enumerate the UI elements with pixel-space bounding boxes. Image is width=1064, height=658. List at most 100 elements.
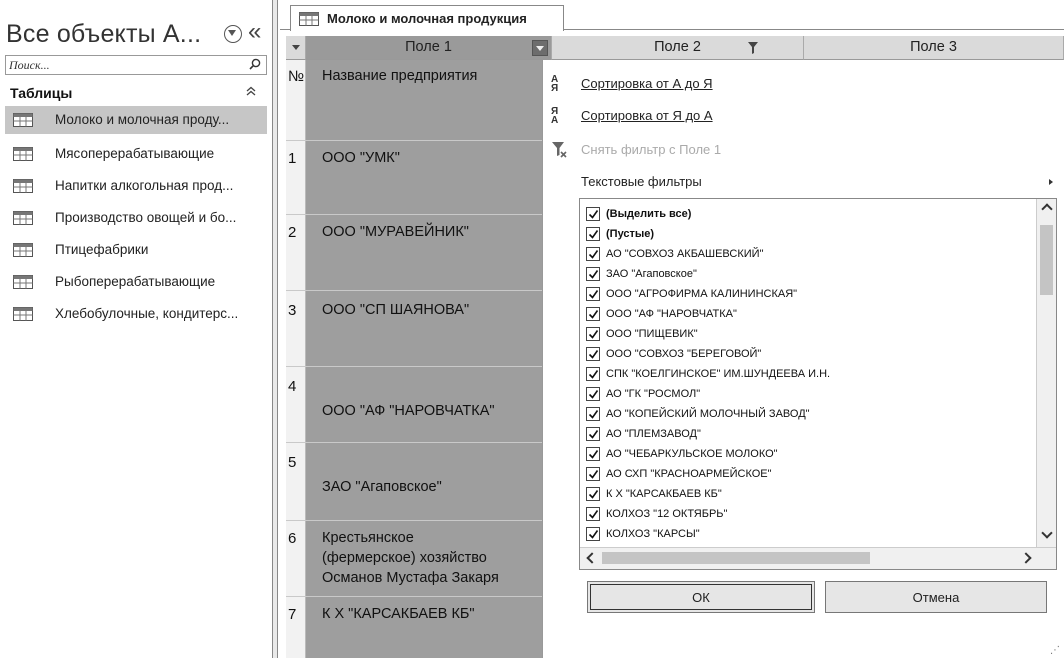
filter-value-checkbox-item[interactable]: АО СХП "КРАСНОАРМЕЙСКОЕ": [586, 465, 1026, 485]
checkbox[interactable]: [586, 267, 600, 281]
checkbox[interactable]: [586, 427, 600, 441]
checkbox[interactable]: [586, 507, 600, 521]
checkmark-icon: [588, 230, 599, 239]
row-number: 1: [288, 150, 297, 167]
filter-value-checkbox-item[interactable]: АО "ГК "РОСМОЛ": [586, 385, 1026, 405]
checkbox[interactable]: [586, 527, 600, 541]
filter-value-checkbox-item[interactable]: ООО "ПИЩЕВИК": [586, 325, 1026, 345]
column-filter-menu: А Я Сортировка от А до Я Я А Сортировка …: [542, 60, 1064, 658]
checkbox[interactable]: [586, 307, 600, 321]
column-header-field2[interactable]: Поле 2: [552, 36, 804, 60]
checkmark-icon: [588, 250, 599, 259]
checkbox[interactable]: [586, 227, 600, 241]
chevron-up-icon[interactable]: [245, 85, 257, 97]
horizontal-scrollbar[interactable]: [580, 547, 1056, 569]
nav-item-label: Напитки алкогольная прод...: [55, 178, 234, 193]
dropdown-arrow-icon: [292, 45, 300, 50]
menu-item-label: Сортировка от А до Я: [581, 76, 713, 91]
checkbox[interactable]: [586, 467, 600, 481]
sort-ascending-item[interactable]: А Я Сортировка от А до Я: [543, 68, 1063, 100]
row-number: 6: [288, 530, 297, 547]
table-icon: [13, 275, 33, 289]
row-selector-column[interactable]: [286, 36, 306, 658]
checkbox[interactable]: [586, 247, 600, 261]
scroll-down-icon[interactable]: [1041, 527, 1053, 539]
filter-value-checkbox-item[interactable]: АО "КОПЕЙСКИЙ МОЛОЧНЫЙ ЗАВОД": [586, 405, 1026, 425]
column-header-label: Поле 3: [910, 39, 957, 55]
filter-value-checkbox-item[interactable]: АО "ЧЕБАРКУЛЬСКОЕ МОЛОКО": [586, 445, 1026, 465]
filter-value-checkbox-item[interactable]: АО "ПЛЕМЗАВОД": [586, 425, 1026, 445]
search-input[interactable]: [9, 57, 239, 73]
filter-value-label: КОЛХОЗ "12 ОКТЯБРЬ": [606, 508, 728, 520]
cancel-button[interactable]: Отмена: [825, 581, 1047, 613]
nav-item-table[interactable]: Рыбоперерабатывающие: [5, 268, 267, 296]
table-cell[interactable]: ООО "МУРАВЕЙНИК": [322, 222, 469, 242]
checkbox[interactable]: [586, 407, 600, 421]
filter-value-checkbox-item[interactable]: ЗАО "Агаповское": [586, 265, 1026, 285]
filter-value-checkbox-item[interactable]: (Выделить все): [586, 205, 1026, 225]
checkbox[interactable]: [586, 387, 600, 401]
checkbox[interactable]: [586, 347, 600, 361]
clear-filter-item[interactable]: Снять фильтр с Поле 1: [543, 134, 1063, 166]
nav-item-table[interactable]: Мясоперерабатывающие: [5, 140, 267, 168]
column-filter-dropdown-icon[interactable]: [532, 40, 548, 56]
nav-item-table[interactable]: Молоко и молочная проду...: [5, 106, 267, 134]
document-tab[interactable]: Молоко и молочная продукция: [290, 5, 564, 31]
nav-group-label: Таблицы: [10, 85, 73, 101]
scroll-left-icon[interactable]: [586, 552, 598, 564]
filter-value-checkbox-item[interactable]: АО "СОВХОЗ АКБАШЕВСКИЙ": [586, 245, 1026, 265]
checkmark-icon: [588, 270, 599, 279]
vertical-scrollbar[interactable]: [1036, 199, 1056, 549]
table-cell[interactable]: ООО "АФ "НАРОВЧАТКА": [322, 401, 495, 421]
filter-applied-icon[interactable]: [747, 41, 759, 55]
nav-pane-title[interactable]: Все объекты А...: [6, 20, 201, 49]
checkmark-icon: [588, 350, 599, 359]
table-cell[interactable]: Крестьянское (фермерское) хозяйство Осма…: [322, 528, 499, 588]
table-icon: [13, 211, 33, 225]
column-header-field1[interactable]: Поле 1: [306, 36, 552, 60]
scrollbar-thumb[interactable]: [602, 552, 870, 564]
filter-value-checkbox-item[interactable]: КОЛХОЗ "12 ОКТЯБРЬ": [586, 505, 1026, 525]
sort-descending-icon: Я А: [551, 106, 559, 126]
table-icon: [13, 147, 33, 161]
table-cell[interactable]: ООО "УМК": [322, 148, 400, 168]
table-cell[interactable]: К Х "КАРСАКБАЕВ КБ": [322, 604, 475, 624]
resize-grip-icon[interactable]: ⋰: [1050, 645, 1060, 656]
filter-value-checkbox-item[interactable]: ООО "СОВХОЗ "БЕРЕГОВОЙ": [586, 345, 1026, 365]
checkbox[interactable]: [586, 287, 600, 301]
checkbox[interactable]: [586, 487, 600, 501]
column-header-field3[interactable]: Поле 3: [804, 36, 1064, 60]
nav-group-tables[interactable]: Таблицы: [5, 80, 267, 106]
select-all-header[interactable]: [286, 36, 306, 60]
nav-menu-dropdown-icon[interactable]: [224, 25, 242, 43]
checkbox[interactable]: [586, 207, 600, 221]
filter-value-checkbox-item[interactable]: (Пустые): [586, 225, 1026, 245]
nav-item-table[interactable]: Птицефабрики: [5, 236, 267, 264]
checkbox[interactable]: [586, 367, 600, 381]
pane-splitter[interactable]: [272, 0, 278, 658]
document-tab-label: Молоко и молочная продукция: [327, 11, 527, 26]
filter-value-checkbox-item[interactable]: СПК "КОЕЛГИНСКОЕ" ИМ.ШУНДЕЕВА И.Н.: [586, 365, 1026, 385]
nav-item-table[interactable]: Производство овощей и бо...: [5, 204, 267, 232]
column-header-label: Поле 1: [405, 39, 452, 55]
nav-item-table[interactable]: Хлебобулочные, кондитерс...: [5, 300, 267, 328]
checkbox[interactable]: [586, 327, 600, 341]
filter-value-checkbox-item[interactable]: ООО "АФ "НАРОВЧАТКА": [586, 305, 1026, 325]
checkbox[interactable]: [586, 447, 600, 461]
scroll-up-icon[interactable]: [1041, 203, 1053, 215]
ok-button[interactable]: ОК: [587, 581, 815, 613]
text-filters-item[interactable]: Текстовые фильтры: [543, 166, 1063, 198]
checkmark-icon: [588, 450, 599, 459]
nav-item-table[interactable]: Напитки алкогольная прод...: [5, 172, 267, 200]
scrollbar-thumb[interactable]: [1040, 225, 1053, 295]
filter-value-checkbox-item[interactable]: КОЛХОЗ "КАРСЫ": [586, 525, 1026, 545]
collapse-pane-icon[interactable]: «: [248, 17, 261, 47]
filter-value-checkbox-item[interactable]: ООО "АГРОФИРМА КАЛИНИНСКАЯ": [586, 285, 1026, 305]
table-cell[interactable]: ООО "СП ШАЯНОВА": [322, 300, 469, 320]
table-cell[interactable]: ЗАО "Агаповское": [322, 477, 442, 497]
search-icon[interactable]: [249, 58, 261, 70]
filter-value-checkbox-item[interactable]: К Х "КАРСАКБАЕВ КБ": [586, 485, 1026, 505]
table-cell[interactable]: Название предприятия: [322, 66, 477, 86]
scroll-right-icon[interactable]: [1020, 552, 1032, 564]
sort-descending-item[interactable]: Я А Сортировка от Я до А: [543, 100, 1063, 132]
